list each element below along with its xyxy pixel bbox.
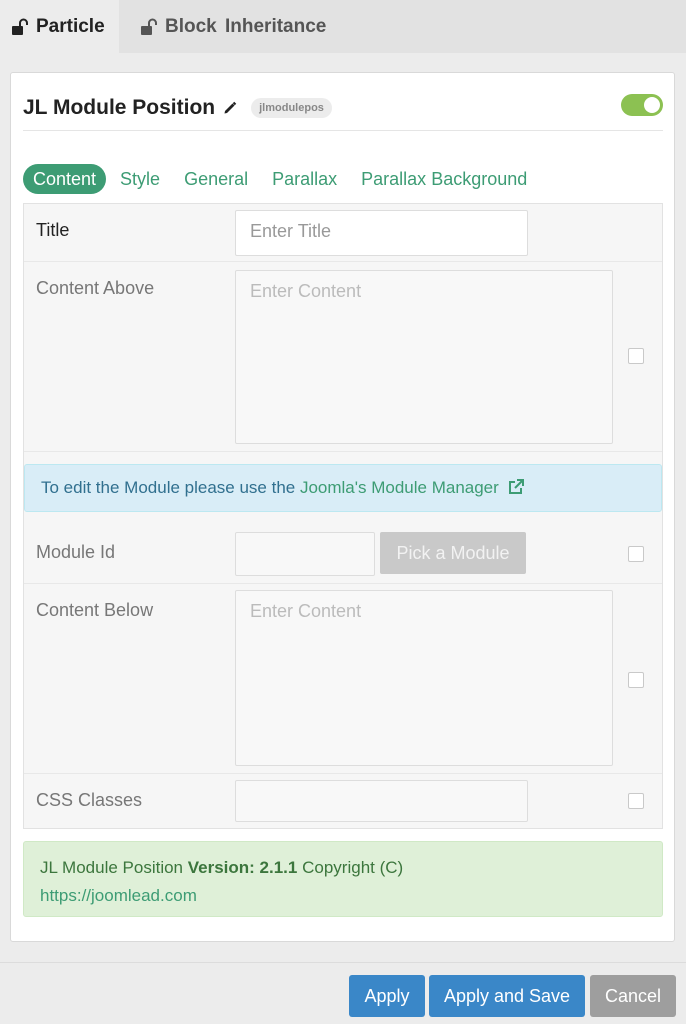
version-notice: JL Module Position Version: 2.1.1 Copyri… xyxy=(23,841,663,917)
content-below-label: Content Below xyxy=(36,600,154,620)
sub-tabs: Content Style General Parallax Parallax … xyxy=(23,163,551,195)
tab-particle-label: Particle xyxy=(36,15,105,37)
content-above-textarea[interactable]: Enter Content xyxy=(235,270,613,444)
tab-inheritance[interactable]: Inheritance xyxy=(225,0,326,53)
card-header: JL Module Position jlmodulepos xyxy=(23,85,663,131)
content-form: Title Enter Title Content Above Enter Co… xyxy=(23,203,663,829)
title-input[interactable]: Enter Title xyxy=(235,210,528,256)
module-id-label: Module Id xyxy=(36,542,116,562)
content-below-row: Content Below Enter Content xyxy=(24,584,662,774)
notice-name: JL Module Position xyxy=(40,858,184,877)
css-classes-row: CSS Classes xyxy=(24,774,662,828)
tab-block[interactable]: Block xyxy=(119,0,225,53)
tab-style[interactable]: Style xyxy=(120,164,160,194)
css-classes-checkbox[interactable] xyxy=(628,793,644,809)
pick-module-button[interactable]: Pick a Module xyxy=(380,532,526,574)
notice-version: Version: 2.1.1 xyxy=(187,858,298,877)
content-above-placeholder: Enter Content xyxy=(250,281,362,301)
enable-toggle[interactable] xyxy=(621,94,663,116)
module-id-checkbox[interactable] xyxy=(628,546,644,562)
notice-url-link[interactable]: https://joomlead.com xyxy=(40,886,197,905)
content-below-textarea[interactable]: Enter Content xyxy=(235,590,613,766)
css-classes-label: CSS Classes xyxy=(36,790,143,810)
particle-card: JL Module Position jlmodulepos Content S… xyxy=(10,72,675,942)
content-above-label: Content Above xyxy=(36,278,155,298)
title-input-placeholder: Enter Title xyxy=(250,221,332,241)
tab-parallax-background[interactable]: Parallax Background xyxy=(361,164,527,194)
apply-and-save-button[interactable]: Apply and Save xyxy=(429,975,585,1017)
content-above-row: Content Above Enter Content xyxy=(24,262,662,452)
content-above-checkbox[interactable] xyxy=(628,348,644,364)
tab-content[interactable]: Content xyxy=(23,164,107,194)
cancel-button[interactable]: Cancel xyxy=(590,975,676,1017)
css-classes-input[interactable] xyxy=(235,780,528,822)
top-tabs: Particle Block Inheritance xyxy=(0,0,686,53)
title-row: Title Enter Title xyxy=(24,204,662,262)
tab-general[interactable]: General xyxy=(184,164,248,194)
module-id-input[interactable] xyxy=(235,532,375,576)
module-manager-link[interactable]: Joomla's Module Manager xyxy=(300,478,499,497)
tab-particle[interactable]: Particle xyxy=(0,0,119,53)
tab-block-label: Block xyxy=(165,15,217,37)
bottom-action-bar: Apply Apply and Save Cancel xyxy=(0,962,686,1024)
particle-title: JL Module Position xyxy=(23,95,216,119)
apply-button[interactable]: Apply xyxy=(349,975,425,1017)
title-label: Title xyxy=(36,220,70,240)
unlock-icon xyxy=(12,18,28,35)
particle-badge: jlmodulepos xyxy=(251,97,332,118)
unlock-icon xyxy=(141,18,157,35)
tab-parallax[interactable]: Parallax xyxy=(272,164,337,194)
content-below-placeholder: Enter Content xyxy=(250,601,362,621)
pencil-icon[interactable] xyxy=(223,101,237,115)
tab-inheritance-label: Inheritance xyxy=(225,15,327,37)
external-link-icon[interactable] xyxy=(507,478,525,496)
info-alert: To edit the Module please use the Joomla… xyxy=(24,464,662,512)
info-text: To edit the Module please use the xyxy=(41,478,300,497)
content-below-checkbox[interactable] xyxy=(628,672,644,688)
module-id-row: Module Id Pick a Module xyxy=(24,524,662,584)
toggle-knob xyxy=(644,97,660,113)
notice-copyright: Copyright (C) xyxy=(302,858,404,877)
